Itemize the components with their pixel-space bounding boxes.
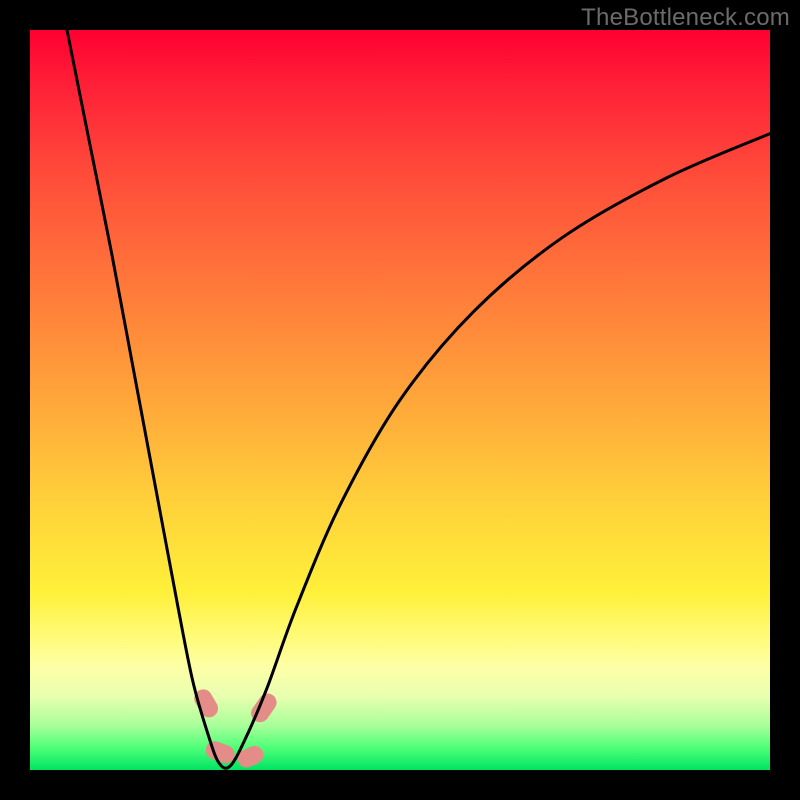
pill-right-low — [235, 743, 267, 770]
plot-area — [30, 30, 770, 770]
chart-svg — [30, 30, 770, 770]
bottleneck-curve — [67, 30, 770, 768]
watermark-text: TheBottleneck.com — [581, 4, 790, 32]
chart-frame: TheBottleneck.com — [0, 0, 800, 800]
